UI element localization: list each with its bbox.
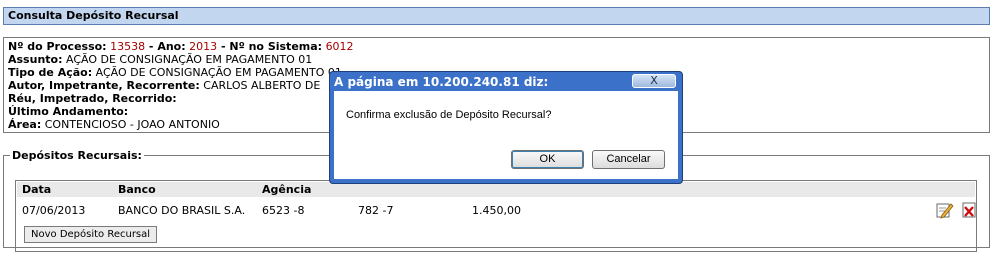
column-header-data: Data <box>22 183 52 196</box>
confirm-dialog: A página em 10.200.240.81 diz: X Confirm… <box>329 71 683 184</box>
process-number-line: Nº do Processo: 13538 - Ano: 2013 - Nº n… <box>8 40 985 53</box>
area-value: CONTENCIOSO - JOAO ANTONIO <box>44 118 220 131</box>
assunto-line: Assunto: AÇÃO DE CONSIGNAÇÃO EM PAGAMENT… <box>8 53 985 66</box>
edit-icon[interactable] <box>936 201 954 219</box>
cancel-button[interactable]: Cancelar <box>592 150 665 169</box>
sistema-value: 6012 <box>325 40 354 53</box>
autor-label: Autor, Impetrante, Recorrente: <box>8 79 200 92</box>
novo-deposito-button[interactable]: Novo Depósito Recursal <box>24 226 158 243</box>
depositos-legend: Depósitos Recursais: <box>12 149 142 162</box>
column-header-banco: Banco <box>118 183 156 196</box>
page-title: Consulta Depósito Recursal <box>3 7 990 25</box>
depositos-table: Data Banco Agência 07/06/2013 BANCO DO B… <box>15 180 977 252</box>
dialog-message: Confirma exclusão de Depósito Recursal? <box>346 109 552 121</box>
column-header-agencia: Agência <box>262 183 312 196</box>
close-icon[interactable]: X <box>632 74 676 88</box>
dialog-body: Confirma exclusão de Depósito Recursal? … <box>334 91 678 179</box>
sistema-label: Nº no Sistema: <box>229 40 323 53</box>
processo-label: Nº do Processo: <box>8 40 107 53</box>
processo-value: 13538 <box>110 40 146 53</box>
row-banco: BANCO DO BRASIL S.A. <box>118 204 246 217</box>
row-agencia: 6523 -8 <box>262 204 305 217</box>
reu-label: Réu, Impetrado, Recorrido: <box>8 92 177 105</box>
row-valor: 1.450,00 <box>472 204 521 217</box>
ano-value: 2013 <box>189 40 218 53</box>
autor-value: CARLOS ALBERTO DE <box>203 79 321 92</box>
assunto-value: AÇÃO DE CONSIGNAÇÃO EM PAGAMENTO 01 <box>65 53 313 66</box>
delete-icon[interactable] <box>960 201 978 219</box>
row-data: 07/06/2013 <box>22 204 86 217</box>
ano-label: Ano: <box>157 40 186 53</box>
row-conta: 782 -7 <box>358 204 394 217</box>
dialog-title: A página em 10.200.240.81 diz: <box>334 75 549 89</box>
separator: - <box>217 40 230 53</box>
assunto-label: Assunto: <box>8 53 63 66</box>
ultimo-label: Último Andamento: <box>8 105 129 118</box>
tipo-label: Tipo de Ação: <box>8 66 93 79</box>
tipo-value: AÇÃO DE CONSIGNAÇÃO EM PAGAMENTO 01 <box>95 66 342 79</box>
table-header: Data Banco Agência <box>17 182 975 197</box>
table-row: 07/06/2013 BANCO DO BRASIL S.A. 6523 -8 … <box>17 203 975 219</box>
ok-button[interactable]: OK <box>511 150 584 169</box>
area-label: Área: <box>8 118 42 131</box>
separator: - <box>145 40 158 53</box>
